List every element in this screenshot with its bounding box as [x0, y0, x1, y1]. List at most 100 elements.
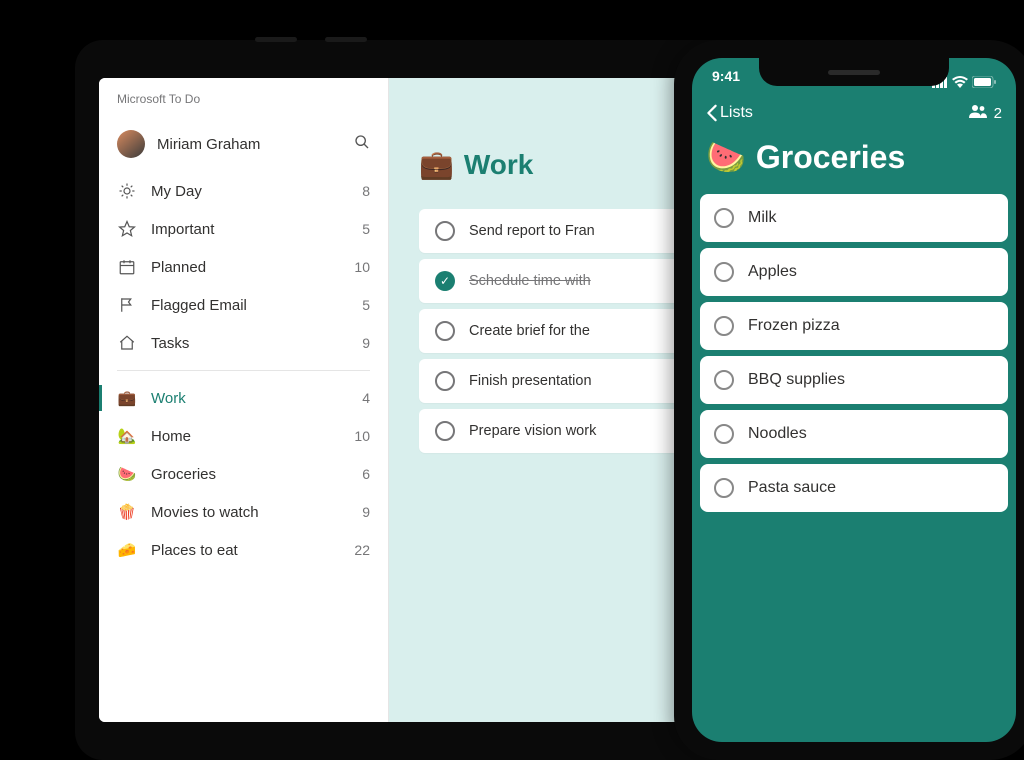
list-title: Work [464, 149, 534, 181]
task-label: BBQ supplies [748, 371, 845, 389]
sidebar-item-count: 6 [362, 466, 370, 482]
task-row[interactable]: BBQ supplies [700, 356, 1008, 404]
star-icon [117, 220, 137, 238]
tablet-volume-up [255, 37, 297, 42]
task-label: Noodles [748, 425, 807, 443]
sidebar-item-movies-to-watch[interactable]: 🍿 Movies to watch 9 [99, 493, 388, 531]
sidebar-item-count: 10 [354, 259, 370, 275]
task-label: Frozen pizza [748, 317, 840, 335]
list-title-emoji: 💼 [419, 148, 454, 181]
sidebar-item-label: Places to eat [151, 542, 340, 559]
list-title-row: 🍉 Groceries [692, 136, 1016, 194]
sidebar-item-label: Work [151, 390, 348, 407]
sun-icon [117, 182, 137, 200]
task-row[interactable]: Create brief for the [419, 309, 715, 353]
share-button[interactable]: 2 [968, 104, 1002, 122]
sidebar-item-places-to-eat[interactable]: 🧀 Places to eat 22 [99, 531, 388, 569]
checkbox-icon[interactable] [435, 321, 455, 341]
sidebar-item-label: Movies to watch [151, 504, 348, 521]
sidebar-item-count: 10 [354, 428, 370, 444]
checkbox-icon[interactable] [714, 478, 734, 498]
sidebar-item-label: Flagged Email [151, 297, 348, 314]
list-emoji-icon: 🍿 [117, 503, 137, 521]
chevron-left-icon [706, 104, 718, 122]
task-row[interactable]: Noodles [700, 410, 1008, 458]
task-label: Finish presentation [469, 373, 592, 389]
home-icon [117, 334, 137, 352]
sidebar-item-count: 22 [354, 542, 370, 558]
wifi-icon [952, 75, 968, 91]
avatar [117, 130, 145, 158]
clock: 9:41 [712, 68, 740, 98]
sidebar-item-count: 5 [362, 297, 370, 313]
sidebar-item-work[interactable]: 💼 Work 4 [99, 379, 388, 417]
task-list: Send report to Fran ✓ Schedule time with Cr… [419, 209, 715, 453]
phone-notch [759, 58, 949, 86]
task-label: Milk [748, 209, 776, 227]
task-label: Create brief for the [469, 323, 590, 339]
task-label: Apples [748, 263, 797, 281]
sidebar-item-label: Planned [151, 259, 340, 276]
user-row[interactable]: Miriam Graham [99, 124, 388, 172]
back-label: Lists [720, 104, 753, 122]
sidebar-item-label: Home [151, 428, 340, 445]
sidebar-item-important[interactable]: Important 5 [99, 210, 388, 248]
sidebar-item-home[interactable]: 🏡 Home 10 [99, 417, 388, 455]
sidebar-item-tasks[interactable]: Tasks9 [99, 324, 388, 362]
checkbox-icon[interactable] [714, 262, 734, 282]
share-count-value: 2 [994, 105, 1002, 122]
cal-icon [117, 258, 137, 276]
list-title: Groceries [756, 139, 905, 176]
tablet-volume-down [325, 37, 367, 42]
checkbox-icon[interactable] [714, 424, 734, 444]
sidebar-item-count: 4 [362, 390, 370, 406]
task-row[interactable]: Prepare vision work [419, 409, 715, 453]
list-emoji-icon: 🍉 [117, 465, 137, 483]
sidebar-item-my-day[interactable]: My Day8 [99, 172, 388, 210]
list-title-row: 💼 Work [419, 148, 715, 181]
task-row[interactable]: ✓ Schedule time with [419, 259, 715, 303]
task-label: Prepare vision work [469, 423, 596, 439]
sidebar-item-flagged-email[interactable]: Flagged Email 5 [99, 286, 388, 324]
battery-icon [972, 75, 996, 91]
groceries-list: Milk Apples Frozen pizza BBQ supplies Noodle… [692, 194, 1016, 512]
task-row[interactable]: Send report to Fran [419, 209, 715, 253]
sidebar-item-label: Tasks [151, 335, 348, 352]
task-label: Send report to Fran [469, 223, 595, 239]
task-row[interactable]: Milk [700, 194, 1008, 242]
tablet-device: Microsoft To Do Miriam Graham My Day8Imp… [75, 40, 755, 760]
sidebar-item-planned[interactable]: Planned 10 [99, 248, 388, 286]
task-row[interactable]: Finish presentation [419, 359, 715, 403]
checkbox-icon[interactable] [714, 208, 734, 228]
list-emoji-icon: 🏡 [117, 427, 137, 445]
task-label: Schedule time with [469, 273, 591, 289]
checkbox-icon[interactable] [435, 371, 455, 391]
checkbox-icon[interactable] [435, 421, 455, 441]
nav-divider [117, 370, 370, 371]
task-row[interactable]: Frozen pizza [700, 302, 1008, 350]
app-title: Microsoft To Do [99, 92, 388, 124]
list-title-emoji: 🍉 [706, 138, 746, 176]
sidebar-item-label: My Day [151, 183, 348, 200]
user-name: Miriam Graham [157, 136, 354, 153]
list-emoji-icon: 🧀 [117, 541, 137, 559]
checkbox-icon[interactable] [435, 221, 455, 241]
sidebar-item-count: 9 [362, 504, 370, 520]
phone-nav-bar: Lists 2 [692, 98, 1016, 136]
phone-screen: 9:41 Lists [692, 58, 1016, 742]
sidebar-item-count: 5 [362, 221, 370, 237]
list-emoji-icon: 💼 [117, 389, 137, 407]
tablet-screen: Microsoft To Do Miriam Graham My Day8Imp… [99, 78, 731, 722]
task-row[interactable]: Pasta sauce [700, 464, 1008, 512]
back-button[interactable]: Lists [706, 104, 753, 122]
task-row[interactable]: Apples [700, 248, 1008, 296]
sidebar: Microsoft To Do Miriam Graham My Day8Imp… [99, 78, 389, 722]
flag-icon [117, 296, 137, 314]
checkbox-icon[interactable] [714, 370, 734, 390]
sidebar-item-groceries[interactable]: 🍉Groceries6 [99, 455, 388, 493]
checkbox-icon[interactable] [714, 316, 734, 336]
sidebar-item-label: Important [151, 221, 348, 238]
people-icon [968, 104, 988, 122]
search-icon[interactable] [354, 134, 370, 155]
checkbox-checked-icon[interactable]: ✓ [435, 271, 455, 291]
